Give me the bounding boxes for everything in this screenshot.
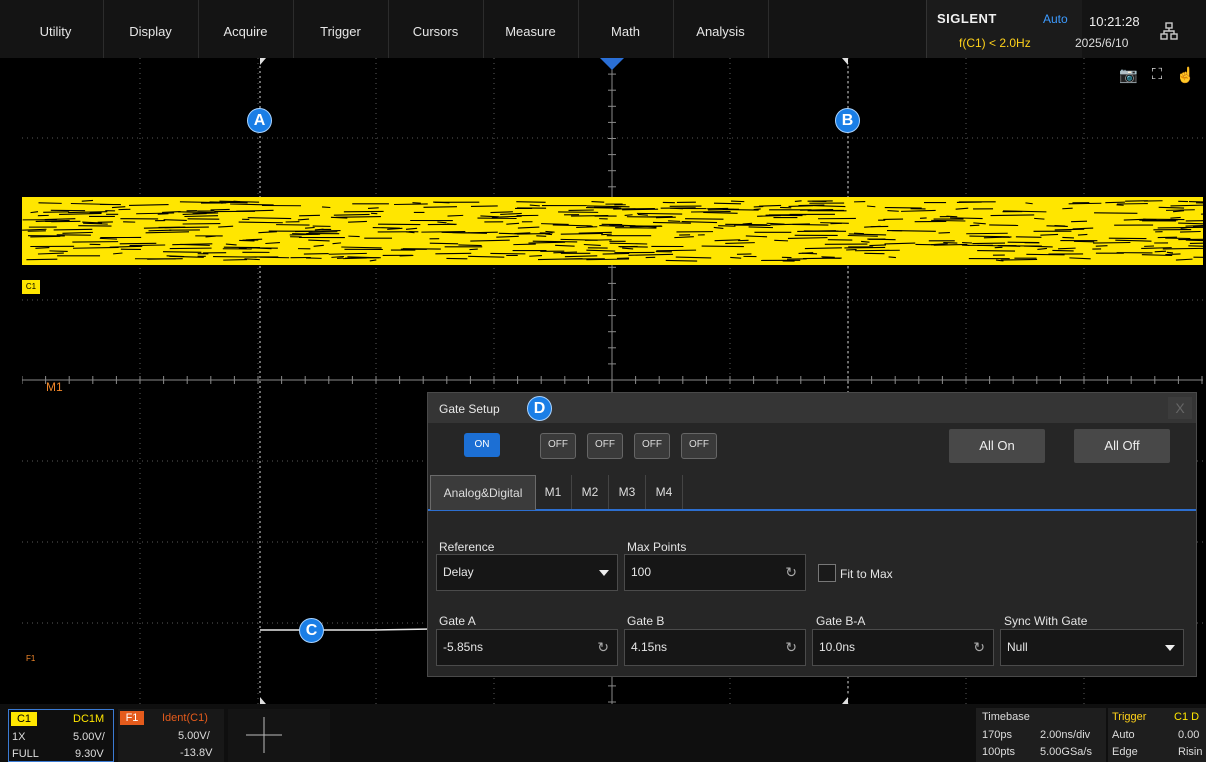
timebase-sample-rate: 5.00GSa/s [1040,746,1092,758]
gate-b-label: Gate B [627,614,665,628]
chevron-down-icon [599,570,609,576]
reset-icon[interactable]: ↻ [785,630,797,665]
gate-b-value: 4.15ns [631,640,668,654]
close-button[interactable]: X [1168,397,1192,419]
add-icon[interactable] [244,715,284,755]
menu-math[interactable]: Math [578,0,674,58]
f1-tag: F1 [120,711,144,725]
f1-offset-marker[interactable]: F1 [26,654,35,663]
fullscreen-icon[interactable]: ⛶ [1152,66,1163,84]
max-points-label: Max Points [627,540,687,554]
all-off-button[interactable]: All Off [1074,429,1170,463]
f1-scale: 5.00V/ [178,730,210,742]
trigger-info[interactable]: Trigger C1 D Auto 0.00 Edge Risin [1108,708,1206,762]
menu-display[interactable]: Display [103,0,199,58]
reference-select[interactable]: Delay [436,554,618,591]
channel1-bandwidth: FULL [12,748,39,760]
tab-m2[interactable]: M2 [572,475,609,509]
m1-label: M1 [46,380,63,394]
all-on-button[interactable]: All On [949,429,1045,463]
clock-date: 2025/6/10 [1075,36,1129,50]
gate-toggle-m3[interactable]: OFF [634,433,670,459]
trigger-source: C1 D [1174,711,1200,723]
channel1-info[interactable]: C1 DC1M 1X 5.00V/ FULL 9.30V [8,709,114,762]
sync-with-gate-select[interactable]: Null [1000,629,1184,666]
status-panel[interactable]: SIGLENT Auto f(C1) < 2.0Hz [926,0,1082,58]
f1-offset: -13.8V [180,747,213,759]
max-points-input[interactable]: 100 ↻ [624,554,806,591]
menu-cursors[interactable]: Cursors [388,0,484,58]
gate-toggle-analog[interactable]: ON [464,433,500,457]
trigger-mode-indicator: Auto [1043,12,1068,26]
add-channel-area[interactable] [228,709,330,762]
gate-a-label: Gate A [439,614,476,628]
timebase-delay: 170ps [982,729,1012,741]
gate-a-value: -5.85ns [443,640,484,654]
dialog-header: Gate Setup D X [428,393,1196,423]
screen-toolbar: 📷 ⛶ ☝ [1119,66,1195,84]
channel1-coupling: DC1M [73,713,105,725]
max-points-value: 100 [631,565,652,579]
dialog-title: Gate Setup [439,402,500,416]
callout-b: B [835,108,860,133]
gate-toggle-m1[interactable]: OFF [540,433,576,459]
tab-analog-digital[interactable]: Analog&Digital [430,475,536,510]
brand-logo: SIGLENT [937,11,997,26]
fit-to-max-checkbox[interactable] [818,564,836,582]
reset-icon[interactable]: ↻ [785,555,797,590]
trigger-slope: Risin [1178,746,1203,758]
trigger-level: 0.00 [1178,729,1200,741]
gate-b-input[interactable]: 4.15ns ↻ [624,629,806,666]
menu-measure[interactable]: Measure [483,0,579,58]
tab-m3[interactable]: M3 [609,475,646,509]
tab-m4[interactable]: M4 [646,475,683,509]
timebase-scale: 2.00ns/div [1040,729,1091,741]
sync-with-gate-value: Null [1007,640,1028,654]
trigger-mode: Auto [1112,729,1135,741]
channel1-scale: 5.00V/ [73,731,105,743]
channel1-offset: 9.30V [75,748,104,760]
callout-d: D [527,396,552,421]
gate-ba-label: Gate B-A [816,614,866,628]
channel1-offset-marker[interactable]: C1 [22,280,40,294]
timebase-points: 100pts [982,746,1016,758]
touch-icon[interactable]: ☝ [1176,66,1195,84]
callout-c: C [299,618,324,643]
menu-utility[interactable]: Utility [8,0,104,58]
reset-icon[interactable]: ↻ [973,630,985,665]
sync-with-gate-label: Sync With Gate [1004,614,1088,628]
channel1-tag: C1 [11,712,37,726]
timebase-info[interactable]: Timebase 170ps 2.00ns/div 100pts 5.00GSa… [976,708,1106,762]
gate-toggle-m4[interactable]: OFF [681,433,717,459]
f1-info[interactable]: F1 Ident(C1) 5.00V/ -13.8V [118,709,224,762]
gate-setup-dialog: Gate Setup D X ON OFF OFF OFF OFF All On… [427,392,1197,677]
gate-tabs: Analog&Digital M1 M2 M3 M4 [428,475,1196,511]
callout-a: A [247,108,272,133]
tab-m1[interactable]: M1 [535,475,572,509]
f1-function: Ident(C1) [162,712,208,724]
menu-acquire[interactable]: Acquire [198,0,294,58]
reference-value: Delay [443,565,474,579]
network-icon[interactable] [1160,22,1178,40]
gate-toggle-m2[interactable]: OFF [587,433,623,459]
reference-label: Reference [439,540,495,554]
fit-to-max-label: Fit to Max [840,567,893,581]
timebase-title: Timebase [982,711,1030,723]
menu-analysis[interactable]: Analysis [673,0,769,58]
top-menu-bar: Utility Display Acquire Trigger Cursors … [0,0,1206,58]
clock-time: 10:21:28 [1089,14,1140,29]
gate-ba-value: 10.0ns [819,640,856,654]
menu-trigger[interactable]: Trigger [293,0,389,58]
bottom-status-bar: C1 DC1M 1X 5.00V/ FULL 9.30V F1 Ident(C1… [0,704,1206,762]
trigger-title: Trigger [1112,711,1147,723]
channel1-probe: 1X [12,731,26,743]
reset-icon[interactable]: ↻ [597,630,609,665]
frequency-readout: f(C1) < 2.0Hz [959,36,1031,50]
gate-a-input[interactable]: -5.85ns ↻ [436,629,618,666]
trigger-type: Edge [1112,746,1138,758]
camera-icon[interactable]: 📷 [1119,66,1138,84]
gate-ba-input[interactable]: 10.0ns ↻ [812,629,994,666]
chevron-down-icon [1165,645,1175,651]
